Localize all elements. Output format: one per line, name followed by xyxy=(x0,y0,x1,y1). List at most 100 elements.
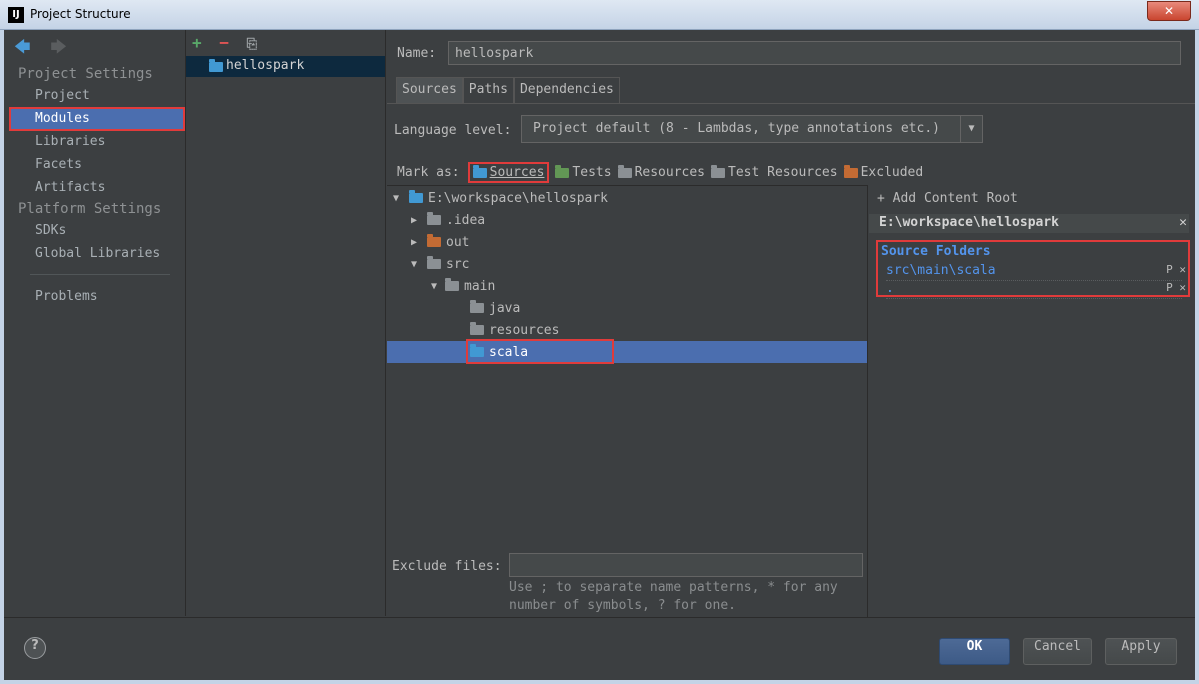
folder-icon xyxy=(470,300,484,313)
module-item-label: hellospark xyxy=(226,58,305,73)
add-icon[interactable]: + xyxy=(192,33,202,52)
excluded-folder-icon xyxy=(843,164,858,178)
folder-icon xyxy=(409,190,423,203)
mark-as-label: Mark as: xyxy=(397,165,460,180)
sidebar-item-project[interactable]: Project xyxy=(35,88,90,103)
expand-arrow-icon[interactable]: ▼ xyxy=(407,259,421,270)
sidebar-item-modules[interactable]: Modules xyxy=(35,111,90,126)
apply-button[interactable]: Apply xyxy=(1105,638,1177,665)
tab-sources[interactable]: Sources xyxy=(396,77,463,103)
tab-dependencies[interactable]: Dependencies xyxy=(513,77,620,103)
excluded-folder-icon xyxy=(427,234,441,247)
mark-test-resources-button[interactable]: Test Resources xyxy=(711,164,838,180)
tab-paths[interactable]: Paths xyxy=(462,77,514,103)
window-frame-bottom xyxy=(0,680,1199,684)
exclude-files-label: Exclude files: xyxy=(392,559,502,574)
tests-folder-icon xyxy=(555,164,570,178)
nav-buttons: 🡄 🡆 xyxy=(14,36,79,63)
help-icon[interactable]: ? xyxy=(24,637,46,659)
modules-list-panel: + − ⎘ hellospark xyxy=(186,30,386,616)
platform-settings-heading: Platform Settings xyxy=(18,201,162,217)
close-icon[interactable]: ✕ xyxy=(1179,281,1186,294)
tree-row-main[interactable]: ▼ main xyxy=(387,275,867,297)
plus-icon: + xyxy=(877,191,885,206)
module-item-hellospark[interactable]: hellospark xyxy=(186,56,385,77)
exclude-files-hint: Use ; to separate name patterns, * for a… xyxy=(509,580,838,613)
tree-label: resources xyxy=(489,322,560,338)
tree-row-src[interactable]: ▼ src xyxy=(387,253,867,275)
content-roots-panel: + Add Content Root E:\workspace\hellospa… xyxy=(869,185,1195,617)
remove-icon[interactable]: − xyxy=(219,33,229,52)
sources-folder-icon xyxy=(472,164,487,178)
collapse-arrow-icon[interactable]: ▶ xyxy=(407,215,421,226)
folder-icon xyxy=(470,322,484,335)
tree-label: java xyxy=(489,300,521,316)
add-content-root-label: Add Content Root xyxy=(892,191,1018,206)
source-folders-box: Source Folders src\main\scala P ✕ . P ✕ xyxy=(876,240,1190,299)
expand-arrow-icon[interactable]: ▼ xyxy=(389,193,403,204)
intellij-icon: IJ xyxy=(8,7,24,23)
copy-icon[interactable]: ⎘ xyxy=(247,37,257,52)
sidebar-item-global-libraries[interactable]: Global Libraries xyxy=(35,246,160,261)
expand-arrow-icon[interactable]: ▼ xyxy=(427,281,441,292)
tree-label: src xyxy=(446,256,470,272)
back-arrow-icon[interactable]: 🡄 xyxy=(14,37,31,56)
tree-row-scala[interactable]: scala xyxy=(387,341,867,363)
language-level-select[interactable]: Project default (8 - Lambdas, type annot… xyxy=(521,115,983,143)
tree-row-java[interactable]: java xyxy=(387,297,867,319)
mark-tests-label: Tests xyxy=(572,165,612,180)
source-folder-path: src\main\scala xyxy=(886,263,996,278)
add-content-root-button[interactable]: + Add Content Root xyxy=(877,191,1018,206)
module-settings-panel: Name: Sources Paths Dependencies Languag… xyxy=(387,30,1195,617)
collapse-arrow-icon[interactable]: ▶ xyxy=(407,237,421,248)
window-titlebar: IJ Project Structure ✕ xyxy=(0,0,1199,30)
cancel-button[interactable]: Cancel xyxy=(1023,638,1092,665)
tree-row-root[interactable]: ▼ E:\workspace\hellospark xyxy=(387,187,867,209)
close-icon[interactable]: ✕ xyxy=(1179,263,1186,276)
mark-as-toolbar: Mark as: Sources Tests Resources Test Re… xyxy=(397,162,929,183)
tree-row-idea[interactable]: ▶ .idea xyxy=(387,209,867,231)
chevron-down-icon[interactable]: ▼ xyxy=(960,116,982,142)
sidebar-divider xyxy=(30,274,170,275)
edit-properties-icon[interactable]: P xyxy=(1166,263,1173,276)
source-folder-actions: P ✕ xyxy=(1166,263,1186,276)
sidebar-item-sdks[interactable]: SDKs xyxy=(35,223,66,238)
sources-tab-content: Language level: Project default (8 - Lam… xyxy=(387,103,1195,617)
edit-properties-icon[interactable]: P xyxy=(1166,281,1173,294)
mark-excluded-button[interactable]: Excluded xyxy=(843,164,923,180)
folder-icon xyxy=(427,212,441,225)
folder-icon xyxy=(427,256,441,269)
mark-sources-button[interactable]: Sources xyxy=(467,162,550,183)
source-folders-title: Source Folders xyxy=(881,244,991,259)
sidebar-item-facets[interactable]: Facets xyxy=(35,157,82,172)
tree-row-out[interactable]: ▶ out xyxy=(387,231,867,253)
tree-label: main xyxy=(464,278,496,294)
mark-tests-button[interactable]: Tests xyxy=(555,164,612,180)
forward-arrow-icon[interactable]: 🡆 xyxy=(50,37,67,56)
dialog-button-bar: ? OK Cancel Apply xyxy=(4,617,1195,680)
exclude-files-input[interactable] xyxy=(509,553,863,577)
ok-button[interactable]: OK xyxy=(939,638,1010,665)
module-name-input[interactable] xyxy=(448,41,1181,65)
source-folder-row[interactable]: src\main\scala P ✕ xyxy=(886,263,1186,281)
folder-tree: ▼ E:\workspace\hellospark ▶ .idea ▶ out … xyxy=(387,185,868,617)
mark-test-resources-label: Test Resources xyxy=(728,165,838,180)
tree-row-resources[interactable]: resources xyxy=(387,319,867,341)
sidebar-item-problems[interactable]: Problems xyxy=(35,289,98,304)
sidebar-item-artifacts[interactable]: Artifacts xyxy=(35,180,105,195)
project-settings-heading: Project Settings xyxy=(18,66,153,82)
module-folder-icon xyxy=(209,59,223,72)
mark-resources-button[interactable]: Resources xyxy=(617,164,705,180)
source-folder-path: . xyxy=(886,281,894,296)
source-folder-actions: P ✕ xyxy=(1166,281,1186,294)
tree-label: .idea xyxy=(446,212,486,228)
content-root-header: E:\workspace\hellospark ✕ xyxy=(869,214,1189,233)
settings-sidebar: 🡄 🡆 Project Settings Project Modules Lib… xyxy=(4,30,186,616)
language-level-label: Language level: xyxy=(394,123,512,138)
sidebar-item-libraries[interactable]: Libraries xyxy=(35,134,105,149)
close-icon[interactable]: ✕ xyxy=(1179,215,1187,230)
modules-toolbar: + − ⎘ xyxy=(192,33,257,52)
window-close-button[interactable]: ✕ xyxy=(1147,1,1191,21)
source-folder-row[interactable]: . P ✕ xyxy=(886,281,1186,299)
folder-icon xyxy=(445,278,459,291)
